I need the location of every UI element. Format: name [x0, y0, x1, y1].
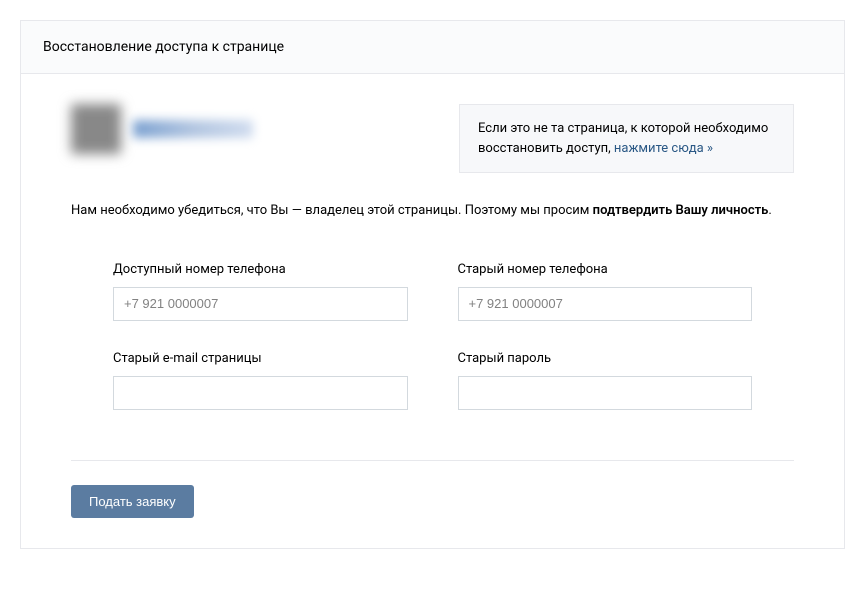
- old-phone-label: Старый номер телефона: [458, 262, 753, 277]
- available-phone-field: Доступный номер телефона: [113, 262, 408, 321]
- available-phone-input[interactable]: [113, 287, 408, 321]
- old-password-input[interactable]: [458, 376, 753, 410]
- page-container: Восстановление доступа к странице Если э…: [20, 20, 845, 549]
- old-password-label: Старый пароль: [458, 351, 753, 366]
- top-row: Если это не та страница, к которой необх…: [71, 104, 794, 173]
- old-email-label: Старый e-mail страницы: [113, 351, 408, 366]
- divider: [71, 460, 794, 461]
- old-phone-input[interactable]: [458, 287, 753, 321]
- old-password-field: Старый пароль: [458, 351, 753, 410]
- page-title: Восстановление доступа к странице: [43, 39, 822, 55]
- description-text: Нам необходимо убедиться, что Вы — владе…: [71, 201, 794, 222]
- submit-button[interactable]: Подать заявку: [71, 485, 194, 518]
- available-phone-label: Доступный номер телефона: [113, 262, 408, 277]
- page-header: Восстановление доступа к странице: [21, 21, 844, 74]
- page-content: Если это не та страница, к которой необх…: [21, 74, 844, 548]
- form-grid: Доступный номер телефона Старый номер те…: [71, 262, 794, 410]
- avatar: [71, 104, 121, 154]
- old-email-field: Старый e-mail страницы: [113, 351, 408, 410]
- profile-block: [71, 104, 253, 154]
- old-email-input[interactable]: [113, 376, 408, 410]
- wrong-page-notice: Если это не та страница, к которой необх…: [459, 104, 794, 173]
- old-phone-field: Старый номер телефона: [458, 262, 753, 321]
- click-here-link[interactable]: нажмите сюда »: [614, 141, 713, 156]
- profile-name-blurred: [133, 120, 253, 138]
